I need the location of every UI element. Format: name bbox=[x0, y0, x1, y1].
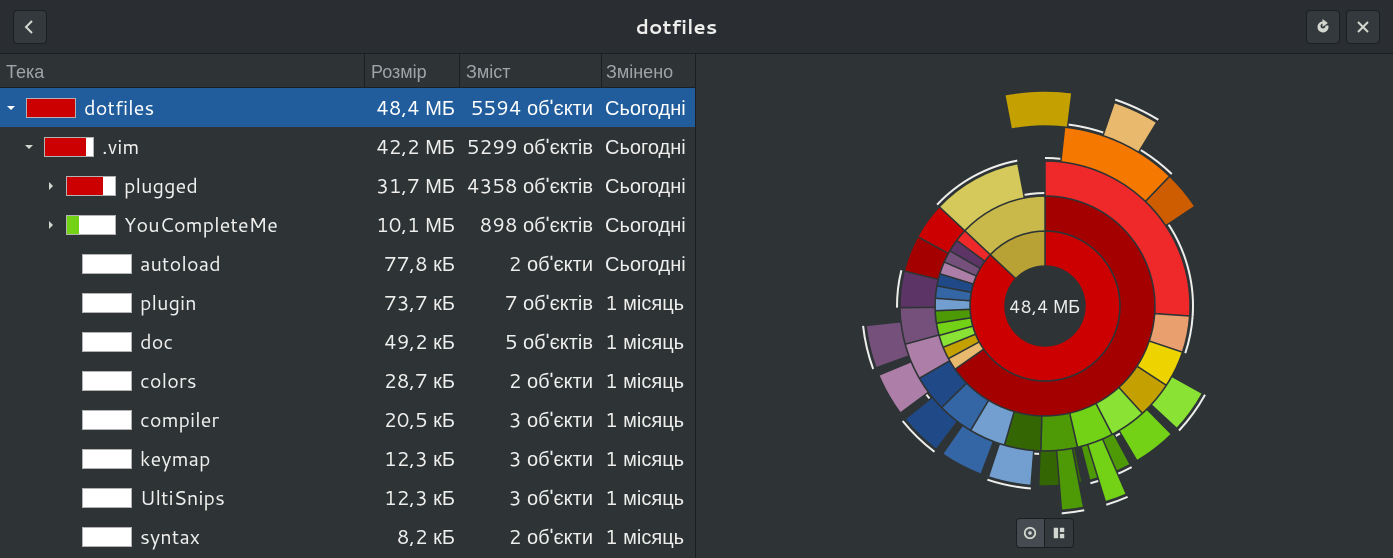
tree-row[interactable]: plugin 73,7 кБ7 об'єктів1 місяць bbox=[0, 283, 695, 322]
folder-modified: Сьогодні bbox=[601, 94, 695, 122]
folder-modified: Сьогодні bbox=[601, 133, 695, 161]
folder-size: 42,2 МБ bbox=[364, 133, 459, 161]
titlebar: dotfiles bbox=[0, 0, 1393, 54]
folder-contents: 2 об'єкти bbox=[459, 367, 601, 395]
column-header-modified[interactable]: Змінено bbox=[601, 54, 695, 87]
tree-pane: Тека Розмір Зміст Змінено dotfiles 48,4 М… bbox=[0, 54, 696, 558]
size-bar bbox=[82, 254, 132, 274]
folder-name: dotfiles bbox=[84, 94, 154, 122]
tree-row[interactable]: .vim 42,2 МБ5299 об'єктівСьогодні bbox=[0, 127, 695, 166]
folder-size: 20,5 кБ bbox=[364, 406, 459, 434]
folder-contents: 898 об'єктів bbox=[459, 211, 601, 239]
sunburst-chart[interactable] bbox=[795, 76, 1295, 536]
folder-name: syntax bbox=[140, 523, 200, 551]
folder-size: 31,7 МБ bbox=[364, 172, 459, 200]
folder-contents: 7 об'єктів bbox=[459, 289, 601, 317]
folder-size: 49,2 кБ bbox=[364, 328, 459, 356]
tree-row[interactable]: colors 28,7 кБ2 об'єкти1 місяць bbox=[0, 361, 695, 400]
size-bar bbox=[66, 215, 116, 235]
folder-contents: 3 об'єкти bbox=[459, 445, 601, 473]
folder-name: colors bbox=[140, 367, 197, 395]
chevron-right-icon[interactable] bbox=[44, 179, 58, 193]
size-bar bbox=[82, 410, 132, 430]
tree-body: dotfiles48,4 МБ5594 об'єктиСьогодні.vim4… bbox=[0, 88, 695, 558]
chart-view-toolbar bbox=[1016, 518, 1074, 548]
folder-size: 12,3 кБ bbox=[364, 484, 459, 512]
folder-contents: 5594 об'єкти bbox=[459, 94, 601, 122]
folder-size: 10,1 МБ bbox=[364, 211, 459, 239]
tree-row[interactable]: keymap 12,3 кБ3 об'єкти1 місяць bbox=[0, 439, 695, 478]
size-bar bbox=[26, 98, 76, 118]
folder-size: 48,4 МБ bbox=[364, 94, 459, 122]
folder-size: 77,8 кБ bbox=[364, 250, 459, 278]
size-bar bbox=[82, 527, 132, 547]
folder-modified: 1 місяць bbox=[601, 523, 695, 551]
folder-contents: 4358 об'єктів bbox=[459, 172, 601, 200]
size-bar bbox=[82, 332, 132, 352]
size-bar bbox=[82, 449, 132, 469]
folder-modified: 1 місяць bbox=[601, 328, 695, 356]
folder-modified: 1 місяць bbox=[601, 367, 695, 395]
folder-contents: 3 об'єкти bbox=[459, 406, 601, 434]
folder-name: YouCompleteMe bbox=[124, 211, 278, 239]
folder-name: keymap bbox=[140, 445, 210, 473]
window-title: dotfiles bbox=[50, 13, 1303, 41]
size-bar bbox=[66, 176, 116, 196]
chevron-down-icon[interactable] bbox=[4, 101, 18, 115]
tree-row[interactable]: compiler 20,5 кБ3 об'єкти1 місяць bbox=[0, 400, 695, 439]
folder-modified: 1 місяць bbox=[601, 445, 695, 473]
tree-row[interactable]: doc 49,2 кБ5 об'єктів1 місяць bbox=[0, 322, 695, 361]
close-button[interactable] bbox=[1346, 10, 1380, 44]
folder-contents: 2 об'єкти bbox=[459, 523, 601, 551]
folder-size: 28,7 кБ bbox=[364, 367, 459, 395]
folder-modified: 1 місяць bbox=[601, 289, 695, 317]
folder-name: compiler bbox=[140, 406, 219, 434]
folder-name: .vim bbox=[102, 133, 139, 161]
folder-modified: Сьогодні bbox=[601, 172, 695, 200]
tree-row[interactable]: UltiSnips 12,3 кБ3 об'єкти1 місяць bbox=[0, 478, 695, 517]
chart-area: 48,4 МБ bbox=[696, 54, 1393, 558]
treemap-view-button[interactable] bbox=[1045, 519, 1073, 547]
folder-modified: Сьогодні bbox=[601, 211, 695, 239]
tree-row[interactable]: plugged 31,7 МБ4358 об'єктівСьогодні bbox=[0, 166, 695, 205]
chevron-right-icon[interactable] bbox=[44, 218, 58, 232]
chart-pane: 48,4 МБ bbox=[696, 54, 1393, 558]
folder-size: 8,2 кБ bbox=[364, 523, 459, 551]
folder-size: 12,3 кБ bbox=[364, 445, 459, 473]
tree-header: Тека Розмір Зміст Змінено bbox=[0, 54, 695, 88]
folder-modified: Сьогодні bbox=[601, 250, 695, 278]
folder-name: doc bbox=[140, 328, 173, 356]
folder-name: plugged bbox=[124, 172, 198, 200]
folder-contents: 5 об'єктів bbox=[459, 328, 601, 356]
folder-contents: 3 об'єкти bbox=[459, 484, 601, 512]
folder-contents: 2 об'єкти bbox=[459, 250, 601, 278]
size-bar bbox=[82, 488, 132, 508]
folder-name: UltiSnips bbox=[140, 484, 225, 512]
folder-modified: 1 місяць bbox=[601, 484, 695, 512]
tree-row[interactable]: dotfiles 48,4 МБ5594 об'єктиСьогодні bbox=[0, 88, 695, 127]
rings-view-button[interactable] bbox=[1017, 519, 1045, 547]
folder-modified: 1 місяць bbox=[601, 406, 695, 434]
tree-row[interactable]: syntax 8,2 кБ2 об'єкти1 місяць bbox=[0, 517, 695, 556]
back-button[interactable] bbox=[13, 10, 47, 44]
column-header-contents[interactable]: Зміст bbox=[459, 54, 601, 87]
chevron-down-icon[interactable] bbox=[22, 140, 36, 154]
size-bar bbox=[82, 371, 132, 391]
folder-contents: 5299 об'єктів bbox=[459, 133, 601, 161]
column-header-size[interactable]: Розмір bbox=[364, 54, 459, 87]
rescan-button[interactable] bbox=[1306, 10, 1340, 44]
folder-size: 73,7 кБ bbox=[364, 289, 459, 317]
size-bar bbox=[44, 137, 94, 157]
column-header-folder[interactable]: Тека bbox=[0, 54, 364, 87]
tree-row[interactable]: autoload 77,8 кБ2 об'єктиСьогодні bbox=[0, 244, 695, 283]
size-bar bbox=[82, 293, 132, 313]
folder-name: autoload bbox=[140, 250, 221, 278]
folder-name: plugin bbox=[140, 289, 197, 317]
tree-row[interactable]: YouCompleteMe 10,1 МБ898 об'єктівСьогодні bbox=[0, 205, 695, 244]
